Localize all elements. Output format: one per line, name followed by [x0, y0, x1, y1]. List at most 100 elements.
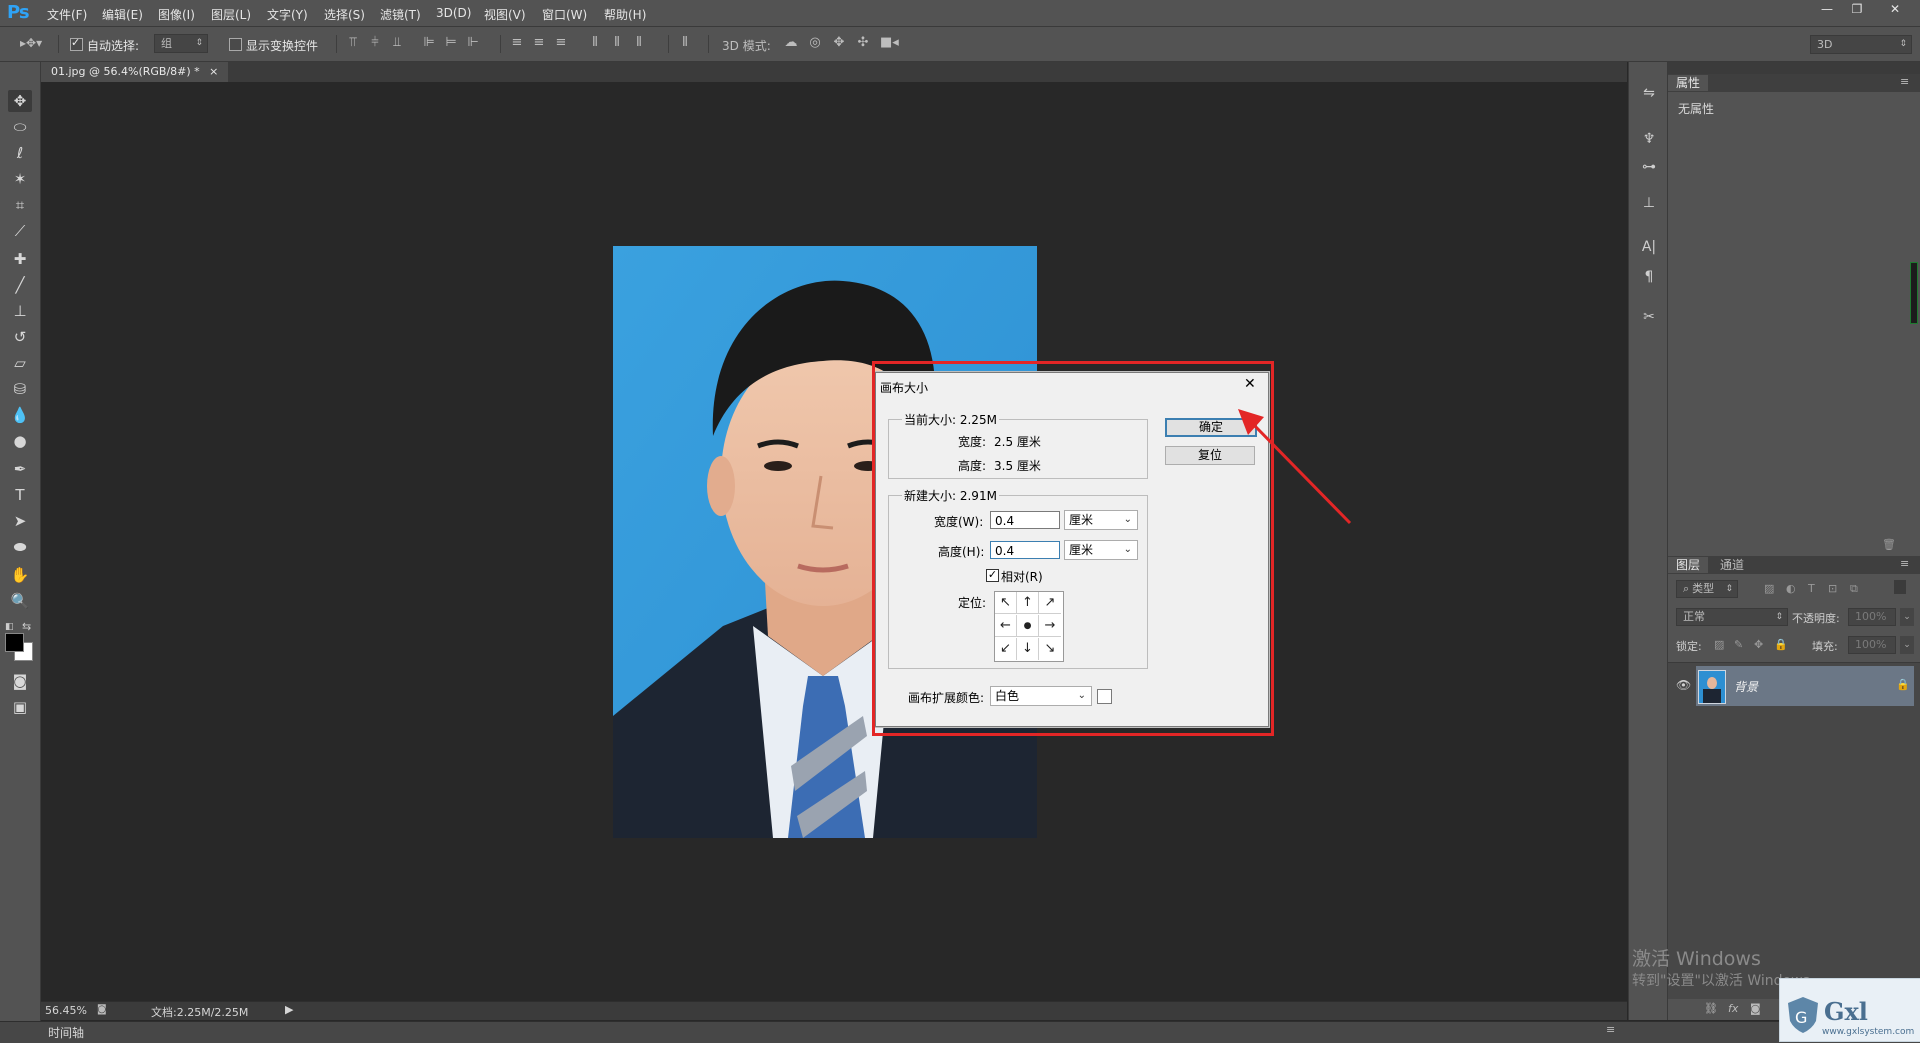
align-hcenter-icon[interactable]: ⊨	[444, 36, 458, 50]
auto-align-layers-icon[interactable]: ⦀	[678, 36, 692, 50]
brush-tool-icon[interactable]: ╱	[8, 274, 32, 296]
filter-type-icon[interactable]: T	[1808, 582, 1815, 595]
align-top-icon[interactable]: ⫪	[346, 36, 360, 50]
menu-layer[interactable]: 图层(L)	[211, 6, 251, 23]
restore-button[interactable]: ❐	[1846, 2, 1868, 18]
timeline-label[interactable]: 时间轴	[48, 1024, 84, 1041]
auto-select-checkbox[interactable]	[70, 36, 83, 51]
lasso-tool-icon[interactable]: ℓ	[8, 142, 32, 164]
marquee-tool-icon[interactable]: ⬭	[8, 116, 32, 138]
clone-source-icon[interactable]: ⊥	[1640, 194, 1658, 212]
lock-all-icon[interactable]: 🔒	[1774, 638, 1788, 651]
layer-style-fx-icon[interactable]: fx	[1728, 1002, 1738, 1015]
foreground-color-swatch[interactable]	[5, 633, 24, 652]
distribute-left-icon[interactable]: ⦀	[588, 36, 602, 50]
link-layers-icon[interactable]: ⛓	[1704, 1002, 1718, 1015]
3d-rotate-icon[interactable]: ☁	[784, 36, 798, 50]
swap-colors-icon[interactable]: ⇆	[22, 620, 31, 633]
tab-properties[interactable]: 属性	[1668, 75, 1709, 91]
path-selection-tool-icon[interactable]: ➤	[8, 510, 32, 532]
tab-layers[interactable]: 图层	[1668, 557, 1709, 573]
panel-menu-icon[interactable]: ≡	[1900, 75, 1909, 88]
move-tool-preset-icon[interactable]: ▸✥▾	[20, 36, 42, 50]
align-bottom-icon[interactable]: ⫫	[390, 36, 404, 50]
lock-image-icon[interactable]: ✎	[1734, 638, 1743, 651]
3d-pan-icon[interactable]: ✥	[832, 36, 846, 50]
filter-shape-icon[interactable]: ⊡	[1828, 582, 1837, 595]
magic-wand-tool-icon[interactable]: ✶	[8, 168, 32, 190]
pen-tool-icon[interactable]: ✒	[8, 458, 32, 480]
paint-bucket-tool-icon[interactable]: ⛁	[8, 378, 32, 400]
move-tool-icon[interactable]: ✥	[8, 90, 32, 112]
align-vcenter-icon[interactable]: ⫩	[368, 36, 382, 50]
align-right-icon[interactable]: ⊩	[466, 36, 480, 50]
history-brush-tool-icon[interactable]: ↺	[8, 326, 32, 348]
tool-presets-icon[interactable]: ✂	[1640, 308, 1658, 326]
menu-filter[interactable]: 滤镜(T)	[380, 6, 421, 23]
clone-stamp-tool-icon[interactable]: ⊥	[8, 300, 32, 322]
layer-row[interactable]: 背景 🔒	[1696, 666, 1914, 706]
default-colors-icon[interactable]: ◧	[5, 622, 15, 632]
3d-roll-icon[interactable]: ◎	[808, 36, 822, 50]
lock-transparent-icon[interactable]: ▨	[1714, 638, 1724, 651]
crop-tool-icon[interactable]: ⌗	[8, 194, 32, 216]
layer-visibility-eye-icon[interactable]: 👁	[1676, 678, 1691, 692]
close-window-button[interactable]: ✕	[1884, 2, 1906, 18]
filter-smart-object-icon[interactable]: ⧉	[1850, 582, 1858, 596]
panel-menu-icon[interactable]: ≡	[1900, 557, 1909, 570]
minimize-button[interactable]: —	[1816, 2, 1838, 18]
hand-tool-icon[interactable]: ✋	[8, 564, 32, 586]
menu-edit[interactable]: 编辑(E)	[102, 6, 143, 23]
menu-help[interactable]: 帮助(H)	[604, 6, 646, 23]
status-menu-arrow-icon[interactable]: ▶	[285, 1003, 293, 1016]
zoom-level[interactable]: 56.45%	[45, 1004, 87, 1017]
healing-brush-tool-icon[interactable]: ✚	[8, 248, 32, 270]
panel-menu-icon[interactable]: ≡	[1606, 1023, 1615, 1036]
add-mask-icon[interactable]: ◙	[1750, 1002, 1761, 1015]
character-panel-icon[interactable]: A|	[1640, 238, 1658, 256]
ellipse-tool-icon[interactable]: ⬬	[8, 536, 32, 558]
eraser-tool-icon[interactable]: ▱	[8, 352, 32, 374]
distribute-bottom-icon[interactable]: ≡	[554, 36, 568, 50]
distribute-right-icon[interactable]: ⦀	[632, 36, 646, 50]
trash-icon[interactable]: 🗑	[1882, 538, 1896, 551]
close-tab-icon[interactable]: ×	[209, 65, 218, 78]
filter-adjustment-icon[interactable]: ◐	[1786, 582, 1796, 595]
dodge-tool-icon[interactable]: ●	[8, 430, 32, 452]
quick-mask-icon[interactable]: ◙	[8, 670, 32, 692]
layer-name[interactable]: 背景	[1734, 678, 1758, 695]
distribute-hcenter-icon[interactable]: ⦀	[610, 36, 624, 50]
filter-toggle[interactable]	[1894, 580, 1906, 594]
filter-pixel-icon[interactable]: ▨	[1764, 582, 1774, 595]
layer-filter-kind-dropdown[interactable]: ⌕ 类型 ⇕	[1676, 580, 1738, 598]
show-transform-checkbox[interactable]	[229, 38, 242, 51]
eyedropper-tool-icon[interactable]: ⟋	[8, 220, 32, 242]
history-panel-icon[interactable]: ⇋	[1640, 84, 1658, 102]
blend-mode-dropdown[interactable]: 正常 ⇕	[1676, 608, 1788, 626]
fill-slider-toggle[interactable]: ⌄	[1900, 636, 1914, 654]
opacity-slider-toggle[interactable]: ⌄	[1900, 608, 1914, 626]
distribute-top-icon[interactable]: ≡	[510, 36, 524, 50]
menu-3d[interactable]: 3D(D)	[436, 6, 471, 20]
blur-tool-icon[interactable]: 💧	[8, 404, 32, 426]
panel-collapse-bar[interactable]	[1668, 62, 1920, 74]
brush-panel-icon[interactable]: ♆	[1640, 130, 1658, 148]
document-info-icon[interactable]: ◙	[97, 1004, 109, 1016]
menu-view[interactable]: 视图(V)	[484, 6, 526, 23]
panel-scrollbar[interactable]	[1910, 262, 1918, 324]
document-tab[interactable]: 01.jpg @ 56.4%(RGB/8#) * ×	[41, 62, 229, 82]
3d-scale-icon[interactable]: ■◂	[880, 36, 899, 50]
menu-file[interactable]: 文件(F)	[47, 6, 87, 23]
opacity-input[interactable]: 100%	[1848, 608, 1896, 626]
screen-mode-icon[interactable]: ▣	[8, 696, 32, 718]
type-tool-icon[interactable]: T	[8, 484, 32, 506]
align-left-icon[interactable]: ⊫	[422, 36, 436, 50]
brush-presets-icon[interactable]: ⊶	[1640, 158, 1658, 176]
zoom-tool-icon[interactable]: 🔍	[8, 590, 32, 612]
lock-position-icon[interactable]: ✥	[1754, 638, 1763, 651]
workspace-dropdown[interactable]: 3D ⇕	[1810, 35, 1912, 54]
distribute-vcenter-icon[interactable]: ≡	[532, 36, 546, 50]
menu-image[interactable]: 图像(I)	[158, 6, 195, 23]
menu-select[interactable]: 选择(S)	[324, 6, 365, 23]
tab-channels[interactable]: 通道	[1712, 557, 1752, 573]
